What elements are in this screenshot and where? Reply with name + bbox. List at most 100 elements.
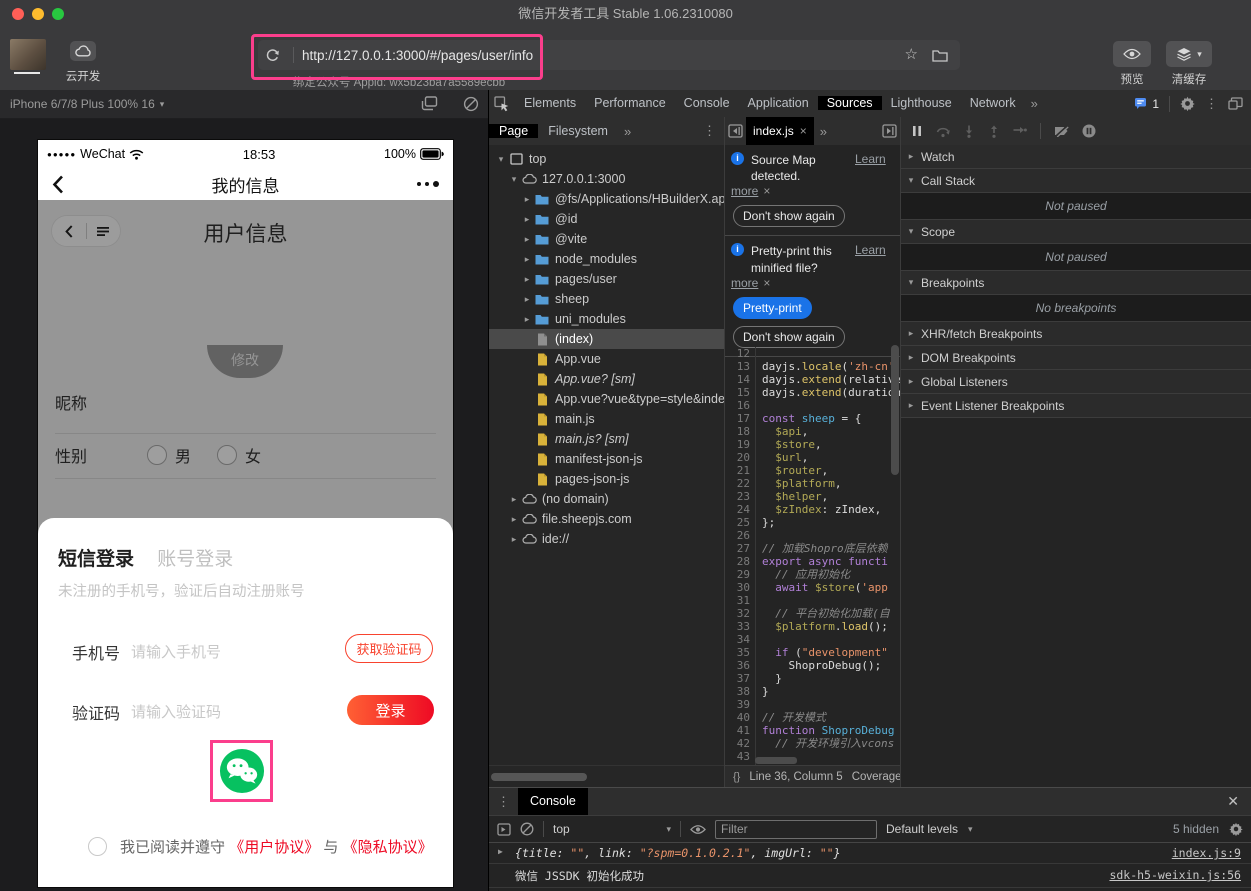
- code-line[interactable]: 43: [725, 750, 900, 763]
- tree-item[interactable]: ▸(no domain): [489, 489, 724, 509]
- line-number[interactable]: 25: [725, 516, 756, 529]
- section-chevron-icon[interactable]: ▸: [901, 352, 921, 363]
- line-number[interactable]: 38: [725, 685, 756, 698]
- line-number[interactable]: 29: [725, 568, 756, 581]
- user-avatar[interactable]: [10, 39, 46, 70]
- tree-item[interactable]: App.vue? [sm]: [489, 369, 724, 389]
- code-line[interactable]: 15dayjs.extend(duration: [725, 386, 900, 399]
- line-number[interactable]: 27: [725, 542, 756, 555]
- tree-chevron-icon[interactable]: ▸: [521, 294, 533, 305]
- block-network-icon[interactable]: [463, 96, 479, 112]
- line-number[interactable]: 28: [725, 555, 756, 568]
- code-line[interactable]: 35 if ("development": [725, 646, 900, 659]
- send-code-button[interactable]: 获取验证码: [345, 634, 433, 663]
- line-number[interactable]: 26: [725, 529, 756, 542]
- devtools-tab-sources[interactable]: Sources: [818, 96, 882, 110]
- user-agreement-link[interactable]: 《用户协议》: [229, 839, 319, 856]
- tree-chevron-icon[interactable]: ▾: [508, 174, 520, 185]
- code-line[interactable]: 12: [725, 347, 900, 360]
- wechat-login-button[interactable]: [219, 748, 265, 794]
- code-listing[interactable]: 1213dayjs.locale('zh-cn')14dayjs.extend(…: [725, 347, 900, 776]
- code-line[interactable]: 36 ShoproDebug();: [725, 659, 900, 672]
- editor-tab-indexjs[interactable]: index.js ×: [746, 117, 814, 145]
- line-number[interactable]: 24: [725, 503, 756, 516]
- more-panes-icon[interactable]: »: [618, 124, 637, 139]
- code-line[interactable]: 20 $url,: [725, 451, 900, 464]
- line-number[interactable]: 32: [725, 607, 756, 620]
- console-row[interactable]: ▶{title: "", link: "?spm=0.1.0.2.1", img…: [489, 842, 1251, 864]
- tree-item[interactable]: ▾top: [489, 149, 724, 169]
- code-line[interactable]: 18 $api,: [725, 425, 900, 438]
- line-number[interactable]: 30: [725, 581, 756, 594]
- code-line[interactable]: 42 // 开发环境引入vcons: [725, 737, 900, 750]
- preview-button[interactable]: [1113, 41, 1151, 67]
- editor-vertical-scrollbar[interactable]: [891, 345, 899, 475]
- code-line[interactable]: 19 $store,: [725, 438, 900, 451]
- tree-item[interactable]: App.vue: [489, 349, 724, 369]
- expand-caret-icon[interactable]: ▶: [498, 847, 503, 856]
- tree-item[interactable]: ▸@id: [489, 209, 724, 229]
- tree-item[interactable]: main.js? [sm]: [489, 429, 724, 449]
- tree-item[interactable]: ▸uni_modules: [489, 309, 724, 329]
- line-number[interactable]: 21: [725, 464, 756, 477]
- devtools-menu-icon[interactable]: ⋮: [1205, 96, 1218, 112]
- tab-sms-login[interactable]: 短信登录: [58, 549, 134, 570]
- line-number[interactable]: 20: [725, 451, 756, 464]
- tree-chevron-icon[interactable]: ▸: [521, 314, 533, 325]
- code-line[interactable]: 34: [725, 633, 900, 646]
- dont-show-again-button[interactable]: Don't show again: [733, 326, 845, 348]
- back-chevron-icon[interactable]: [52, 175, 64, 194]
- section-chevron-icon[interactable]: ▸: [901, 151, 921, 162]
- show-debugger-icon[interactable]: [882, 124, 897, 138]
- tree-item[interactable]: App.vue?vue&type=style&inde: [489, 389, 724, 409]
- tree-chevron-icon[interactable]: ▸: [521, 234, 533, 245]
- sidebar-section-event-listener-breakpoints[interactable]: ▸Event Listener Breakpoints: [901, 394, 1251, 418]
- code-line[interactable]: 33 $platform.load();: [725, 620, 900, 633]
- issues-badge[interactable]: 1: [1135, 97, 1159, 111]
- line-number[interactable]: 13: [725, 360, 756, 373]
- console-filter-input[interactable]: [715, 820, 877, 839]
- code-line[interactable]: 40// 开发模式: [725, 711, 900, 724]
- pause-on-exceptions-icon[interactable]: [1082, 124, 1096, 138]
- close-drawer-icon[interactable]: ✕: [1227, 793, 1251, 810]
- tree-item[interactable]: ▸file.sheepjs.com: [489, 509, 724, 529]
- line-number[interactable]: 23: [725, 490, 756, 503]
- cloud-dev-button[interactable]: [70, 41, 96, 61]
- tree-item[interactable]: ▸node_modules: [489, 249, 724, 269]
- code-line[interactable]: 27// 加载Shopro底层依赖: [725, 542, 900, 555]
- line-number[interactable]: 33: [725, 620, 756, 633]
- close-icon[interactable]: ×: [763, 276, 770, 290]
- line-number[interactable]: 22: [725, 477, 756, 490]
- code-line[interactable]: 39: [725, 698, 900, 711]
- agreement-checkbox[interactable]: [88, 837, 107, 856]
- line-number[interactable]: 40: [725, 711, 756, 724]
- code-line[interactable]: 26: [725, 529, 900, 542]
- phone-input[interactable]: 请输入手机号: [131, 641, 221, 662]
- code-line[interactable]: 22 $platform,: [725, 477, 900, 490]
- console-sidebar-icon[interactable]: [497, 823, 511, 836]
- line-number[interactable]: 34: [725, 633, 756, 646]
- source-location-link[interactable]: sdk-h5-weixin.js:56: [1109, 868, 1241, 882]
- line-number[interactable]: 41: [725, 724, 756, 737]
- devtools-tab-network[interactable]: Network: [961, 96, 1025, 110]
- open-folder-icon[interactable]: [932, 49, 948, 62]
- settings-gear-icon[interactable]: [1180, 96, 1195, 111]
- section-chevron-icon[interactable]: ▾: [901, 226, 921, 237]
- tree-item[interactable]: ▾127.0.0.1:3000: [489, 169, 724, 189]
- tree-item[interactable]: ▸ide://: [489, 529, 724, 549]
- editor-horizontal-scrollbar[interactable]: [755, 757, 797, 764]
- tree-item[interactable]: main.js: [489, 409, 724, 429]
- code-line[interactable]: 13dayjs.locale('zh-cn'): [725, 360, 900, 373]
- code-line[interactable]: 23 $helper,: [725, 490, 900, 503]
- pane-tab-filesystem[interactable]: Filesystem: [538, 124, 618, 138]
- tree-item[interactable]: pages-json-js: [489, 469, 724, 489]
- code-line[interactable]: 25};: [725, 516, 900, 529]
- console-row[interactable]: 微信 JSSDK 初始化成功sdk-h5-weixin.js:56: [489, 864, 1251, 888]
- tree-item[interactable]: ▸sheep: [489, 289, 724, 309]
- pretty-print-button[interactable]: Pretty-print: [733, 297, 812, 319]
- sidebar-section-global-listeners[interactable]: ▸Global Listeners: [901, 370, 1251, 394]
- refresh-icon[interactable]: [265, 48, 280, 63]
- code-line[interactable]: 29 // 应用初始化: [725, 568, 900, 581]
- code-line[interactable]: 17const sheep = {: [725, 412, 900, 425]
- tab-account-login[interactable]: 账号登录: [157, 549, 233, 570]
